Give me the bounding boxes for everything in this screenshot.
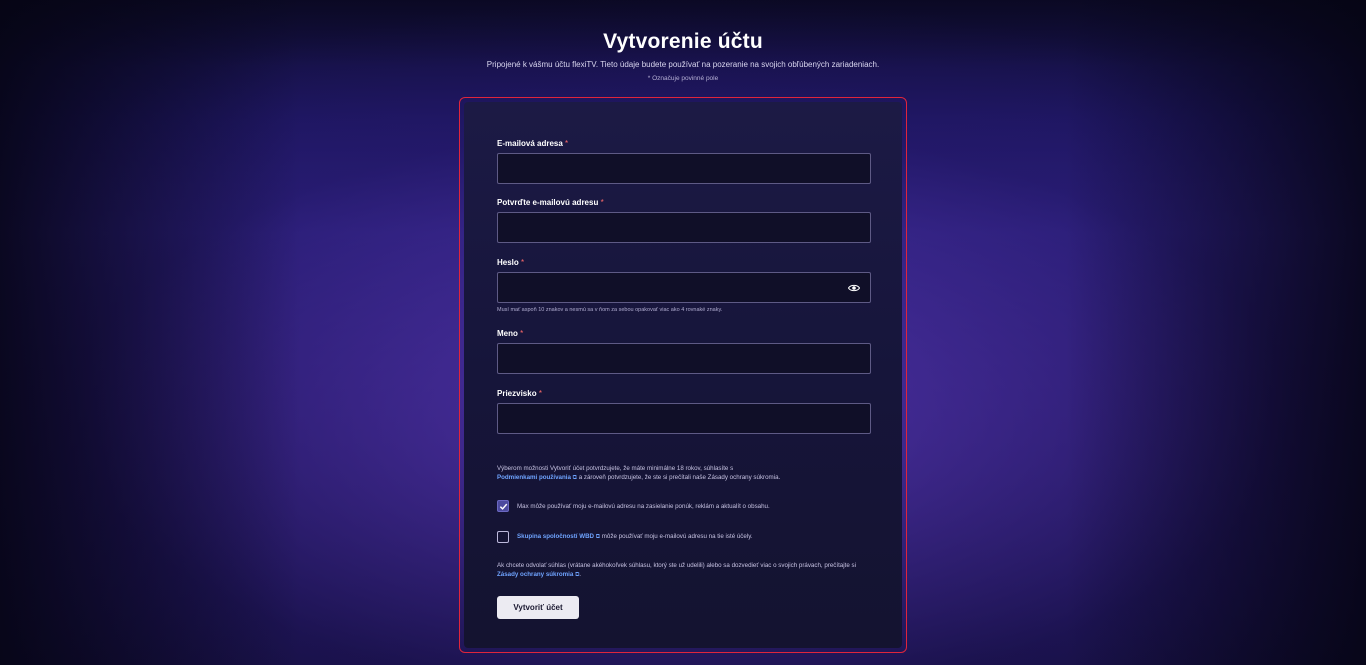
password-input[interactable]	[497, 272, 871, 303]
required-note: * Označuje povinné pole	[647, 75, 719, 82]
password-label: Heslo *	[497, 258, 871, 267]
eye-icon[interactable]	[848, 282, 860, 294]
terms-text-continued: a zároveň potvrdzujete, že ste si prečít…	[578, 474, 781, 481]
confirm-email-label-text: Potvrďte e-mailovú adresu	[497, 198, 599, 207]
last-name-label: Priezvisko *	[497, 389, 871, 398]
checkmark-icon	[499, 503, 507, 510]
required-mark: *	[600, 198, 604, 207]
terms-text: Výberom možnosti Vytvoriť účet potvrdzuj…	[497, 465, 734, 472]
wbd-consent-checkbox[interactable]	[497, 531, 509, 543]
create-account-button[interactable]: Vytvoriť účet	[497, 596, 579, 619]
required-mark: *	[521, 258, 525, 267]
page-title: Vytvorenie účtu	[603, 30, 763, 53]
last-name-input[interactable]	[497, 403, 871, 434]
privacy-link[interactable]: Zásady ochrany súkromia	[497, 571, 573, 578]
confirm-email-input[interactable]	[497, 212, 871, 243]
signup-form-card: E-mailová adresa * Potvrďte e-mailovú ad…	[459, 97, 907, 653]
first-name-label-text: Meno	[497, 329, 518, 338]
email-label-text: E-mailová adresa	[497, 139, 563, 148]
period: .	[579, 571, 582, 578]
confirm-email-field-group: Potvrďte e-mailovú adresu *	[497, 198, 871, 243]
wbd-link[interactable]: Skupina spoločností WBD	[517, 533, 594, 540]
confirm-email-label: Potvrďte e-mailovú adresu *	[497, 198, 871, 207]
last-name-label-text: Priezvisko	[497, 389, 537, 398]
email-label: E-mailová adresa *	[497, 139, 871, 148]
marketing-consent-row: Max môže používať moju e-mailovú adresu …	[497, 500, 770, 512]
password-field-group: Heslo * Musí mať aspoň 10 znakov a nesmú…	[497, 258, 871, 313]
email-field-group: E-mailová adresa *	[497, 139, 871, 184]
first-name-label: Meno *	[497, 329, 871, 338]
required-mark: *	[520, 329, 524, 338]
terms-link[interactable]: Podmienkami používania	[497, 474, 571, 481]
email-input[interactable]	[497, 153, 871, 184]
withdraw-text: Ak chcete odvolať súhlas (vrátane akéhok…	[497, 562, 856, 569]
marketing-consent-checkbox[interactable]	[497, 500, 509, 512]
signup-form: E-mailová adresa * Potvrďte e-mailovú ad…	[464, 102, 902, 648]
password-hint: Musí mať aspoň 10 znakov a nesmú sa v ňo…	[497, 307, 723, 313]
required-mark: *	[565, 139, 569, 148]
external-link-icon: ⧉	[595, 534, 601, 540]
password-label-text: Heslo	[497, 258, 519, 267]
page-subtitle: Pripojené k vášmu účtu flexiTV. Tieto úd…	[486, 60, 880, 69]
last-name-field-group: Priezvisko *	[497, 389, 871, 434]
withdraw-consent-text: Ak chcete odvolať súhlas (vrátane akéhok…	[497, 561, 867, 580]
wbd-consent-row: Skupina spoločností WBD ⧉ môže používať …	[497, 531, 753, 543]
wbd-consent-label: môže používať moju e-mailovú adresu na t…	[601, 533, 753, 540]
terms-consent-text: Výberom možnosti Vytvoriť účet potvrdzuj…	[497, 464, 867, 483]
wbd-consent-text: Skupina spoločností WBD ⧉ môže používať …	[517, 533, 753, 541]
marketing-consent-label: Max môže používať moju e-mailovú adresu …	[517, 502, 770, 510]
page-header: Vytvorenie účtu Pripojené k vášmu účtu f…	[0, 30, 1366, 82]
first-name-input[interactable]	[497, 343, 871, 374]
external-link-icon: ⧉	[572, 475, 577, 481]
first-name-field-group: Meno *	[497, 329, 871, 374]
required-mark: *	[538, 389, 542, 398]
